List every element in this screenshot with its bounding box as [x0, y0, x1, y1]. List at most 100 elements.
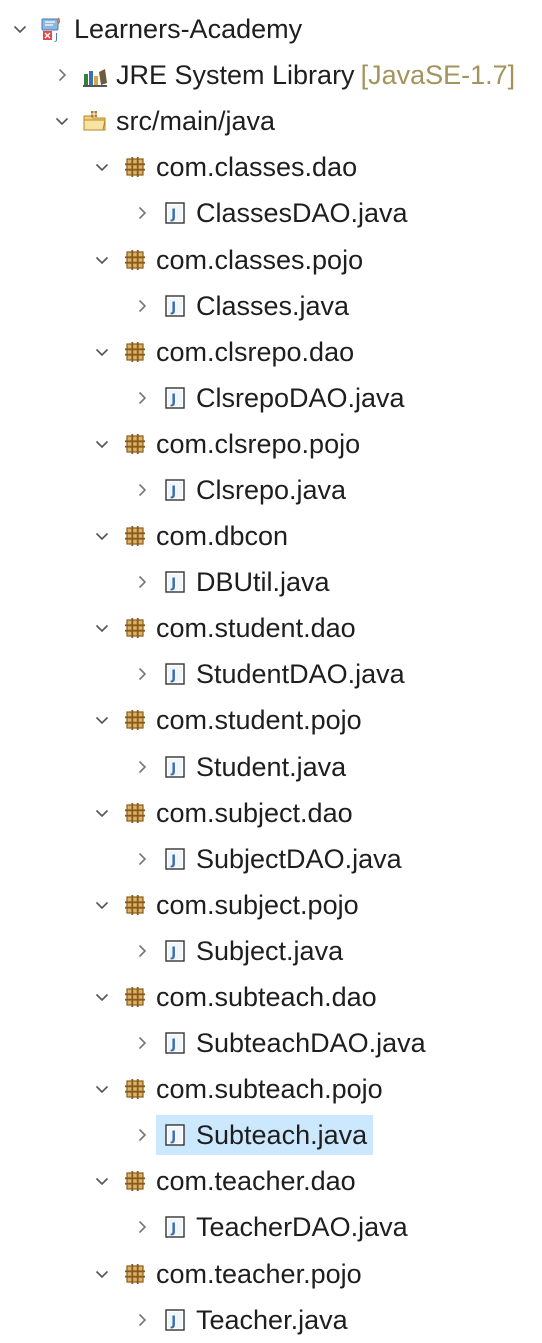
tree-item-package[interactable]: com.subteach.dao	[0, 974, 542, 1020]
chevron-down-icon[interactable]	[10, 19, 30, 39]
tree-item-source-folder[interactable]: src/main/java	[0, 98, 542, 144]
package-label: com.student.dao	[156, 613, 356, 644]
java-file-icon: J	[162, 938, 188, 964]
chevron-down-icon[interactable]	[92, 710, 112, 730]
tree-item-label-wrap: J SubteachDAO.java	[156, 1023, 432, 1063]
tree-item-java-file[interactable]: J StudentDAO.java	[0, 651, 542, 697]
tree-item-package[interactable]: com.clsrepo.dao	[0, 329, 542, 375]
tree-item-java-file[interactable]: J DBUtil.java	[0, 559, 542, 605]
svg-text:J: J	[170, 945, 176, 960]
tree-item-package[interactable]: com.classes.dao	[0, 144, 542, 190]
chevron-right-icon[interactable]	[132, 296, 152, 316]
package-label: com.dbcon	[156, 521, 289, 552]
tree-item-label-wrap: J StudentDAO.java	[156, 654, 411, 694]
java-file-label: TeacherDAO.java	[196, 1212, 408, 1243]
chevron-right-icon[interactable]	[132, 480, 152, 500]
package-label: com.subteach.dao	[156, 982, 377, 1013]
tree-item-jre-library[interactable]: JRE System Library [JavaSE-1.7]	[0, 52, 542, 98]
chevron-down-icon[interactable]	[92, 1264, 112, 1284]
package-label: com.subject.pojo	[156, 889, 359, 920]
chevron-right-icon[interactable]	[132, 572, 152, 592]
svg-text:J: J	[54, 32, 58, 42]
tree-item-label-wrap: com.teacher.dao	[154, 1161, 362, 1201]
tree-item-package[interactable]: com.dbcon	[0, 513, 542, 559]
tree-item-label-wrap: J Clsrepo.java	[156, 470, 352, 510]
chevron-right-icon[interactable]	[132, 664, 152, 684]
tree-item-package[interactable]: com.classes.pojo	[0, 236, 542, 282]
tree-item-package[interactable]: com.subject.dao	[0, 790, 542, 836]
chevron-right-icon[interactable]	[132, 1125, 152, 1145]
chevron-down-icon[interactable]	[92, 250, 112, 270]
chevron-down-icon[interactable]	[92, 987, 112, 1007]
package-icon	[122, 339, 148, 365]
chevron-down-icon[interactable]	[92, 895, 112, 915]
tree-item-java-file[interactable]: J ClassesDAO.java	[0, 190, 542, 236]
tree-item-project[interactable]: J Learners-Academy	[0, 6, 542, 52]
chevron-right-icon[interactable]	[132, 1217, 152, 1237]
java-file-icon: J	[162, 477, 188, 503]
tree-item-package[interactable]: com.subteach.pojo	[0, 1066, 542, 1112]
project-label: Learners-Academy	[74, 14, 303, 45]
chevron-right-icon[interactable]	[52, 65, 72, 85]
tree-item-java-file[interactable]: J SubteachDAO.java	[0, 1020, 542, 1066]
chevron-right-icon[interactable]	[132, 849, 152, 869]
chevron-down-icon[interactable]	[92, 618, 112, 638]
tree-item-package[interactable]: com.teacher.pojo	[0, 1251, 542, 1297]
java-file-label: StudentDAO.java	[196, 659, 405, 690]
tree-item-java-file[interactable]: J Clsrepo.java	[0, 467, 542, 513]
tree-item-label-wrap: com.classes.pojo	[154, 240, 369, 280]
chevron-down-icon[interactable]	[92, 157, 112, 177]
chevron-right-icon[interactable]	[132, 203, 152, 223]
tree-item-label-wrap: J Student.java	[156, 747, 352, 787]
chevron-right-icon[interactable]	[132, 941, 152, 961]
package-label: com.subject.dao	[156, 797, 353, 828]
tree-item-package[interactable]: com.student.dao	[0, 605, 542, 651]
tree-item-java-file[interactable]: J Subject.java	[0, 928, 542, 974]
tree-item-package[interactable]: com.subject.pojo	[0, 882, 542, 928]
chevron-down-icon[interactable]	[92, 1171, 112, 1191]
tree-item-java-file[interactable]: J ClsrepoDAO.java	[0, 375, 542, 421]
package-label: com.clsrepo.dao	[156, 336, 355, 367]
tree-item-package[interactable]: com.teacher.dao	[0, 1158, 542, 1204]
chevron-down-icon[interactable]	[92, 342, 112, 362]
java-file-label: Subteach.java	[196, 1120, 368, 1151]
tree-item-java-file[interactable]: J Teacher.java	[0, 1297, 542, 1343]
chevron-down-icon[interactable]	[92, 434, 112, 454]
package-label: com.classes.dao	[156, 152, 358, 183]
tree-item-label-wrap: Learners-Academy	[72, 9, 308, 49]
chevron-down-icon[interactable]	[92, 526, 112, 546]
chevron-right-icon[interactable]	[132, 1310, 152, 1330]
tree-item-java-file[interactable]: J Classes.java	[0, 283, 542, 329]
tree-item-package[interactable]: com.clsrepo.pojo	[0, 421, 542, 467]
chevron-right-icon[interactable]	[132, 1033, 152, 1053]
package-icon	[122, 247, 148, 273]
tree-item-label-wrap: J Teacher.java	[156, 1300, 354, 1340]
source-folder-icon	[82, 108, 108, 134]
java-file-icon: J	[162, 846, 188, 872]
package-icon	[122, 707, 148, 733]
package-label: com.teacher.dao	[156, 1166, 356, 1197]
svg-text:J: J	[170, 1222, 176, 1237]
chevron-down-icon[interactable]	[92, 1079, 112, 1099]
java-file-label: Clsrepo.java	[196, 474, 347, 505]
tree-item-java-file[interactable]: J TeacherDAO.java	[0, 1204, 542, 1250]
svg-text:J: J	[170, 392, 176, 407]
java-file-label: Student.java	[196, 751, 347, 782]
tree-item-java-file-selected[interactable]: J Subteach.java	[0, 1112, 542, 1158]
tree-item-label-wrap: J SubjectDAO.java	[156, 839, 408, 879]
tree-item-label-wrap: com.clsrepo.dao	[154, 332, 360, 372]
tree-item-java-file[interactable]: J Student.java	[0, 744, 542, 790]
chevron-right-icon[interactable]	[132, 757, 152, 777]
tree-item-package[interactable]: com.student.pojo	[0, 697, 542, 743]
tree-item-label-wrap: com.student.dao	[154, 608, 362, 648]
tree-item-java-file[interactable]: J SubjectDAO.java	[0, 836, 542, 882]
package-label: com.teacher.pojo	[156, 1258, 362, 1289]
package-icon	[122, 892, 148, 918]
chevron-right-icon[interactable]	[132, 388, 152, 408]
tree-item-label-wrap: J Classes.java	[156, 286, 355, 326]
chevron-down-icon[interactable]	[92, 803, 112, 823]
tree-item-label-wrap: com.subject.pojo	[154, 885, 365, 925]
chevron-down-icon[interactable]	[52, 111, 72, 131]
tree-item-label-wrap: J TeacherDAO.java	[156, 1207, 414, 1247]
package-label: com.subteach.pojo	[156, 1074, 383, 1105]
